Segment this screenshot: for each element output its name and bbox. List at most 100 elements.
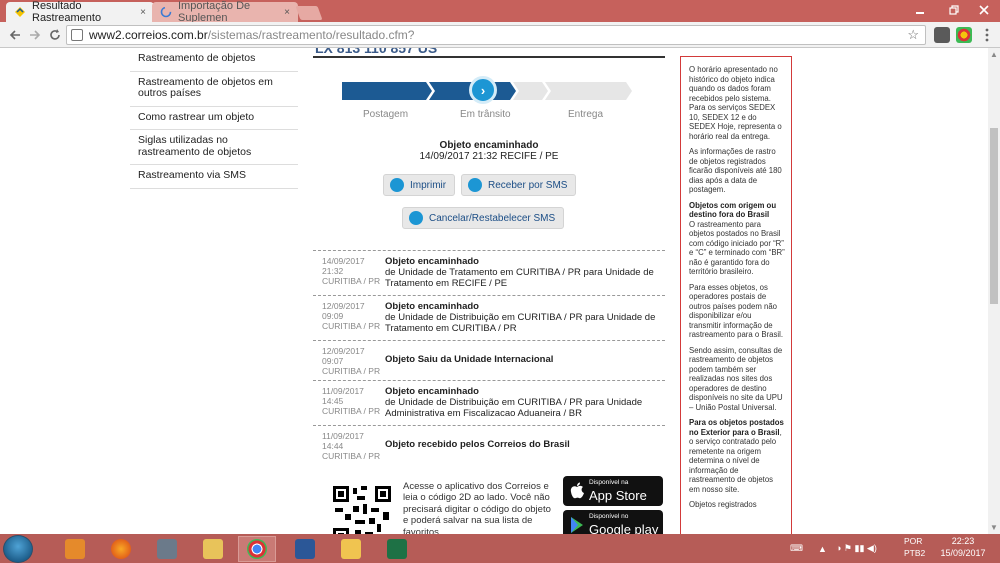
info-paragraph: , o serviço contratado pelo remetente na… [689, 427, 782, 494]
current-step-chevron-icon: › [469, 76, 497, 104]
address-bar[interactable]: www2.correios.com.br /sistemas/rastreame… [66, 25, 926, 45]
info-paragraph: O horário apresentado no histórico do ob… [689, 65, 782, 141]
apple-icon [570, 482, 584, 499]
reload-icon[interactable] [46, 26, 64, 44]
event-place: CURITIBA / PR [322, 365, 381, 376]
page-info-icon[interactable] [71, 29, 83, 41]
phone-icon [409, 211, 423, 225]
receive-sms-button[interactable]: Receber por SMS [461, 174, 577, 196]
excel-icon[interactable] [378, 536, 416, 562]
google-play-small: Disponível no [589, 513, 629, 520]
google-play-big: Google play [589, 522, 659, 534]
info-paragraph: Para esses objetos, os operadores postai… [689, 282, 784, 340]
menu-item-rastreamento[interactable]: Rastreamento de objetos [130, 48, 298, 72]
event-place: CURITIBA / PR [322, 405, 381, 416]
scroll-down-icon[interactable]: ▼ [990, 523, 998, 532]
info-paragraph: Objetos registrados [689, 500, 757, 509]
url-path: /sistemas/rastreamento/resultado.cfm? [207, 28, 415, 42]
google-play-icon [571, 517, 583, 533]
menu-item-siglas[interactable]: Siglas utilizadas no rastreamento de obj… [130, 130, 298, 166]
scrollbar-thumb[interactable] [990, 128, 998, 304]
tracking-events: 14/09/2017 21:32 CURITIBA / PR Objeto en… [313, 250, 665, 465]
printer-icon [390, 178, 404, 192]
step-entrega: Entrega [568, 109, 604, 120]
step-em-transito: Em trânsito [460, 109, 511, 120]
app-store-badge[interactable]: Disponível na App Store [563, 476, 663, 506]
menu-dots-icon[interactable] [978, 26, 996, 44]
minimize-icon[interactable] [906, 0, 934, 20]
system-clock[interactable]: 22:23 15/09/2017 [928, 536, 998, 559]
table-row: 12/09/2017 09:09 CURITIBA / PR Objeto en… [313, 295, 665, 340]
step-postagem: Postagem [363, 109, 409, 120]
close-window-icon[interactable] [970, 0, 998, 20]
info-heading: Objetos com origem ou destino fora do Br… [689, 200, 777, 220]
folder-icon[interactable] [194, 536, 232, 562]
table-row: 11/09/2017 14:45 CURITIBA / PR Objeto en… [313, 380, 665, 425]
table-row: 14/09/2017 21:32 CURITIBA / PR Objeto en… [313, 250, 665, 295]
media-player-icon[interactable] [56, 536, 94, 562]
new-tab-button[interactable] [295, 6, 323, 20]
loading-spinner-icon [160, 6, 172, 18]
vertical-scrollbar[interactable]: ▲ ▼ [988, 48, 1000, 534]
clock-time: 22:23 [951, 536, 975, 546]
app-store-small: Disponível na [589, 479, 629, 486]
info-sidebar: O horário apresentado no histórico do ob… [680, 56, 792, 534]
url-host: www2.correios.com.br [89, 28, 208, 42]
language-code: POR [904, 536, 923, 546]
bookmark-star-icon[interactable]: ☆ [907, 27, 919, 43]
info-heading: Para os objetos postados no Exterior par… [689, 418, 784, 437]
tray-icons[interactable]: ◑ ⚑ ▮▮ ◀) [836, 534, 877, 563]
info-paragraph: O rastreamento para objetos postados no … [689, 219, 785, 277]
event-title: Objeto encaminhado [385, 386, 479, 397]
cancel-sms-button[interactable]: Cancelar/Restabelecer SMS [402, 207, 565, 229]
table-row: 11/09/2017 14:44 CURITIBA / PR Objeto re… [313, 425, 665, 465]
tracking-code-header: LX 813 110 857 US [313, 48, 665, 58]
cancel-sms-label: Cancelar/Restabelecer SMS [429, 212, 556, 224]
forward-arrow-icon[interactable] [26, 26, 44, 44]
app-store-big: App Store [589, 488, 647, 503]
google-play-badge[interactable]: Disponível no Google play [563, 510, 663, 534]
event-title: Objeto encaminhado [385, 301, 479, 312]
left-menu: Rastreamento de objetos Rastreamento de … [130, 48, 298, 189]
menu-item-outros-paises[interactable]: Rastreamento de objetos em outros países [130, 72, 298, 107]
event-detail: de Unidade de Distribuição em CURITIBA /… [385, 311, 656, 334]
event-title: Objeto encaminhado [385, 256, 479, 267]
info-paragraph: As informações de rastro de objetos regi… [689, 147, 782, 194]
table-row: 12/09/2017 09:07 CURITIBA / PR Objeto Sa… [313, 340, 665, 380]
tab-resultado-rastreamento[interactable]: Resultado Rastreamento × [6, 0, 154, 24]
tab-close-icon[interactable]: × [140, 7, 146, 18]
chrome-icon[interactable] [238, 536, 276, 562]
print-button[interactable]: Imprimir [383, 174, 456, 196]
back-arrow-icon[interactable] [6, 26, 24, 44]
receive-sms-label: Receber por SMS [488, 179, 568, 191]
language-indicator[interactable]: POR PTB2 [904, 536, 925, 560]
tray-arrow-icon[interactable]: ▲ [818, 534, 827, 563]
keyboard-icon[interactable]: ⌨ [790, 534, 803, 563]
event-place: CURITIBA / PR [322, 450, 381, 461]
calculator-icon[interactable] [148, 536, 186, 562]
browser-toolbar: www2.correios.com.br /sistemas/rastreame… [0, 22, 1000, 48]
tab-label: Importação De Suplemen [178, 0, 251, 24]
tab-label: Resultado Rastreamento [32, 0, 102, 24]
tracking-code: LX 813 110 857 US [315, 48, 438, 56]
word-icon[interactable] [286, 536, 324, 562]
page-viewport: Rastreamento de objetos Rastreamento de … [0, 48, 988, 534]
browser-tab-strip: Resultado Rastreamento × Importação De S… [0, 0, 1000, 24]
firefox-icon[interactable] [102, 536, 140, 562]
menu-item-sms[interactable]: Rastreamento via SMS [130, 165, 298, 189]
extension-icon[interactable] [934, 27, 950, 43]
event-detail: de Unidade de Distribuição em CURITIBA /… [385, 396, 643, 419]
tab-importacao[interactable]: Importação De Suplemen × [152, 0, 298, 24]
app-promo: Acesse o aplicativo dos Correios e leia … [313, 476, 665, 534]
clock-date: 15/09/2017 [940, 547, 986, 558]
explorer-icon[interactable] [332, 536, 370, 562]
menu-item-como-rastrear[interactable]: Como rastrear um objeto [130, 107, 298, 131]
tab-close-icon[interactable]: × [284, 7, 290, 18]
extension-color-icon[interactable] [956, 27, 972, 43]
correios-favicon-icon [15, 7, 25, 17]
start-button[interactable] [3, 535, 33, 563]
restore-icon[interactable] [940, 0, 968, 20]
event-place: CURITIBA / PR [322, 275, 381, 286]
current-status-detail: 14/09/2017 21:32 RECIFE / PE [419, 151, 559, 162]
scroll-up-icon[interactable]: ▲ [990, 50, 998, 59]
